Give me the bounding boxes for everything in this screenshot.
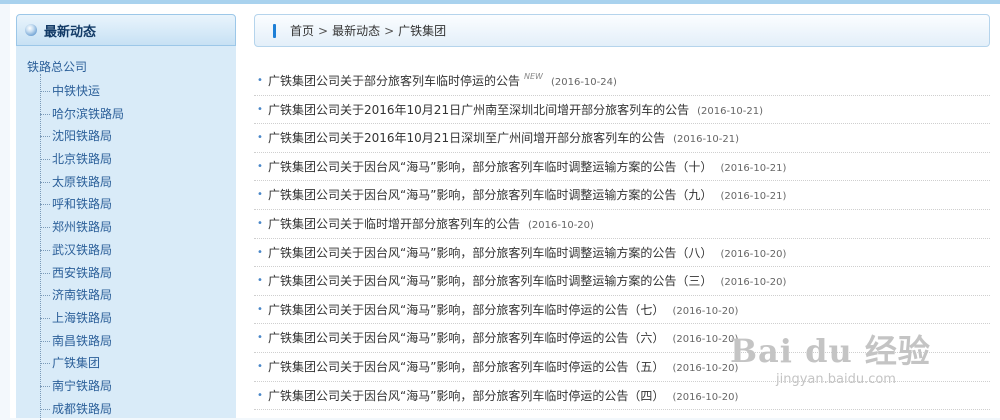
- news-title-link[interactable]: 广铁集团公司关于部分旅客列车临时停运的公告: [268, 74, 520, 88]
- bullet-icon: •: [257, 75, 263, 86]
- list-item: • 广铁集团公司关于部分旅客列车临时停运的公告 NEW (2016-10-24): [254, 67, 990, 96]
- watermark-url: jingyan.baidu.com: [776, 372, 896, 387]
- sidebar-item[interactable]: 西安铁路局: [40, 262, 236, 285]
- news-date: (2016-10-20): [720, 248, 787, 260]
- news-date: (2016-10-21): [720, 162, 787, 174]
- breadcrumb-marker-icon: [273, 23, 276, 38]
- news-date: (2016-10-20): [672, 305, 739, 317]
- bullet-orb-icon: [25, 24, 37, 36]
- sidebar-item[interactable]: 成都铁路局: [40, 398, 236, 420]
- news-date: (2016-10-24): [550, 77, 617, 88]
- news-date: (2016-10-20): [672, 391, 739, 403]
- sidebar-header: 最新动态: [16, 14, 236, 46]
- sidebar-item[interactable]: 上海铁路局: [40, 307, 236, 330]
- list-item: • 广铁集团公司关于因台风“海马”影响，部分旅客列车临时调整运输方案的公告（九）…: [254, 181, 990, 210]
- bullet-icon: •: [257, 246, 263, 258]
- sidebar-item[interactable]: 太原铁路局: [40, 171, 236, 194]
- news-title-link[interactable]: 广铁集团公司关于因台风“海马”影响，部分旅客列车临时调整运输方案的公告（九）: [268, 188, 712, 202]
- page: 最新动态 铁路总公司 中铁快运 哈尔滨铁路局 沈阳铁路局 北京铁路局 太原铁路局…: [10, 4, 1000, 420]
- sidebar-item[interactable]: 南宁铁路局: [40, 375, 236, 398]
- breadcrumb-separator: >: [384, 24, 395, 38]
- news-title-link[interactable]: 广铁集团公司关于临时增开部分旅客列车的公告: [268, 217, 520, 231]
- news-date: (2016-10-21): [697, 105, 764, 117]
- sidebar-item[interactable]: 武汉铁路局: [40, 239, 236, 262]
- breadcrumb: 首页 > 最新动态 > 广铁集团: [254, 14, 990, 47]
- news-title-link[interactable]: 广铁集团公司关于2016年10月21日深圳至广州间增开部分旅客列车的公告: [268, 131, 665, 145]
- bullet-icon: •: [257, 217, 263, 229]
- bullet-icon: •: [257, 360, 263, 372]
- main-content: 首页 > 最新动态 > 广铁集团 • 广铁集团公司关于部分旅客列车临时停运的公告 NEW(…: [254, 14, 990, 418]
- news-date: (2016-10-20): [720, 277, 787, 289]
- sidebar-item[interactable]: 北京铁路局: [40, 148, 236, 171]
- sidebar-item[interactable]: 呼和铁路局: [40, 193, 236, 216]
- list-item: • 广铁集团公司关于因台风“海马”影响，部分旅客列车临时调整运输方案的公告（三）…: [254, 267, 990, 296]
- sidebar-root-link[interactable]: 铁路总公司: [16, 58, 236, 80]
- breadcrumb-home-link[interactable]: 首页: [290, 24, 314, 38]
- bullet-icon: •: [257, 389, 263, 401]
- list-item: • 广铁集团公司关于2016年10月21日广州南至深圳北间增开部分旅客列车的公告…: [254, 96, 990, 125]
- bullet-icon: •: [257, 303, 263, 315]
- bullet-icon: •: [257, 332, 263, 344]
- news-date: (2016-10-21): [673, 134, 740, 146]
- news-date: (2016-10-20): [528, 219, 594, 231]
- news-date: (2016-10-20): [672, 334, 739, 346]
- bullet-icon: •: [257, 275, 263, 287]
- breadcrumb-separator: >: [318, 24, 329, 38]
- sidebar-item[interactable]: 郑州铁路局: [40, 216, 236, 239]
- list-item: • 广铁集团公司关于临时增开部分旅客列车的公告 (2016-10-20): [254, 210, 990, 239]
- sidebar-item[interactable]: 广铁集团: [40, 352, 236, 375]
- bullet-icon: •: [257, 132, 263, 144]
- breadcrumb-current: 广铁集团: [398, 24, 447, 38]
- new-badge: NEW: [524, 72, 543, 81]
- watermark-logo-text: Bai du 经验: [730, 332, 931, 370]
- sidebar: 最新动态 铁路总公司 中铁快运 哈尔滨铁路局 沈阳铁路局 北京铁路局 太原铁路局…: [16, 14, 236, 420]
- sidebar-item[interactable]: 济南铁路局: [40, 284, 236, 307]
- sidebar-tree-branch: 中铁快运 哈尔滨铁路局 沈阳铁路局 北京铁路局 太原铁路局 呼和铁路局 郑州铁路…: [40, 73, 236, 420]
- news-title-link[interactable]: 广铁集团公司关于因台风“海马”影响，部分旅客列车临时停运的公告（五）: [268, 360, 664, 374]
- news-date: (2016-10-20): [672, 362, 739, 374]
- news-title-link[interactable]: 广铁集团公司关于因台风“海马”影响，部分旅客列车临时停运的公告（七）: [268, 303, 664, 317]
- sidebar-tree: 铁路总公司 中铁快运 哈尔滨铁路局 沈阳铁路局 北京铁路局 太原铁路局 呼和铁路…: [16, 46, 236, 420]
- sidebar-item[interactable]: 中铁快运: [40, 80, 236, 103]
- baidu-jingyan-watermark: Bai du 经验 jingyan.baidu.com: [730, 326, 980, 406]
- bullet-icon: •: [257, 103, 263, 115]
- breadcrumb-trail: 首页 > 最新动态 > 广铁集团: [290, 22, 446, 39]
- news-title-link[interactable]: 广铁集团公司关于因台风“海马”影响，部分旅客列车临时调整运输方案的公告（十）: [268, 160, 712, 174]
- news-title-link[interactable]: 广铁集团公司关于因台风“海马”影响，部分旅客列车临时停运的公告（六）: [268, 331, 664, 345]
- breadcrumb-section-link[interactable]: 最新动态: [332, 24, 380, 38]
- sidebar-item[interactable]: 沈阳铁路局: [40, 125, 236, 148]
- list-item: • 广铁集团公司关于因台风“海马”影响，部分旅客列车临时停运的公告（七） (201…: [254, 296, 990, 325]
- news-title-link[interactable]: 广铁集团公司关于2016年10月21日广州南至深圳北间增开部分旅客列车的公告: [268, 103, 689, 117]
- sidebar-item[interactable]: 南昌铁路局: [40, 330, 236, 353]
- list-item: • 广铁集团公司关于因台风“海马”影响，部分旅客列车临时调整运输方案的公告（八）…: [254, 239, 990, 268]
- list-item: • 广铁集团公司关于因台风“海马”影响，部分旅客列车临时调整运输方案的公告（十）…: [254, 153, 990, 182]
- sidebar-title: 最新动态: [44, 24, 97, 40]
- news-date: (2016-10-21): [720, 191, 787, 203]
- news-title-link[interactable]: 广铁集团公司关于因台风“海马”影响，部分旅客列车临时调整运输方案的公告（八）: [268, 246, 712, 260]
- news-title-link[interactable]: 广铁集团公司关于因台风“海马”影响，部分旅客列车临时停运的公告（四）: [268, 389, 664, 403]
- sidebar-item[interactable]: 哈尔滨铁路局: [40, 103, 236, 126]
- news-title-link[interactable]: 广铁集团公司关于因台风“海马”影响，部分旅客列车临时调整运输方案的公告（三）: [268, 274, 712, 288]
- bullet-icon: •: [257, 160, 263, 172]
- list-item: • 广铁集团公司关于2016年10月21日深圳至广州间增开部分旅客列车的公告 (2…: [254, 124, 990, 153]
- bullet-icon: •: [257, 189, 263, 201]
